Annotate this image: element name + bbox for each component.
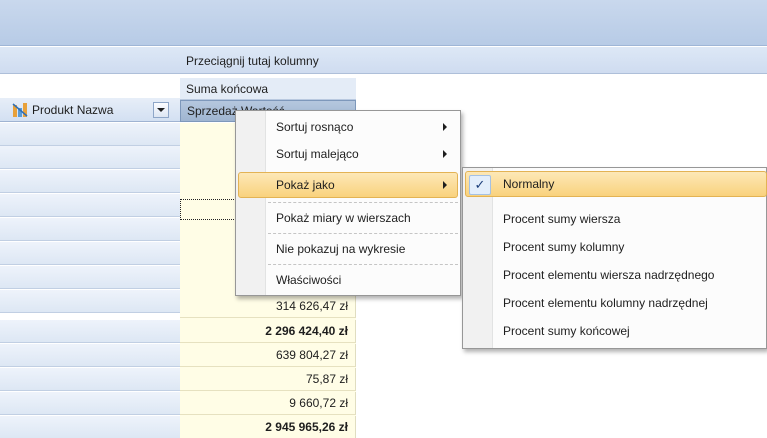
grand-total-header[interactable]: Suma końcowa bbox=[180, 78, 356, 100]
row-header[interactable] bbox=[0, 290, 180, 313]
chevron-right-icon bbox=[443, 150, 447, 158]
value-cell[interactable]: 9 660,72 zł bbox=[180, 392, 356, 415]
dimension-chart-icon bbox=[12, 103, 28, 117]
row-header[interactable] bbox=[0, 392, 180, 415]
menu-item-properties[interactable]: Właściwości bbox=[238, 267, 458, 293]
value-cell[interactable]: 314 626,47 zł bbox=[180, 295, 356, 318]
menu-item-label: Sortuj rosnąco bbox=[276, 120, 354, 134]
row-header[interactable] bbox=[0, 242, 180, 265]
row-header[interactable] bbox=[0, 146, 180, 169]
submenu-item-label: Procent sumy końcowej bbox=[503, 324, 630, 338]
check-icon: ✓ bbox=[469, 175, 491, 195]
menu-item-label: Pokaż miary w wierszach bbox=[276, 211, 411, 225]
menu-separator bbox=[268, 264, 458, 265]
menu-item-label: Pokaż jako bbox=[276, 178, 335, 192]
row-field-product-name[interactable]: Produkt Nazwa bbox=[12, 99, 113, 121]
submenu-item-parent-row-percent[interactable]: Procent elementu wiersza nadrzędnego bbox=[465, 262, 767, 288]
ribbon-band bbox=[0, 0, 767, 46]
submenu-item-parent-column-percent[interactable]: Procent elementu kolumny nadrzędnej bbox=[465, 290, 767, 316]
submenu-item-column-total-percent[interactable]: Procent sumy kolumny bbox=[465, 234, 767, 260]
chevron-right-icon bbox=[443, 123, 447, 131]
value-cell[interactable]: 639 804,27 zł bbox=[180, 344, 356, 367]
row-header[interactable] bbox=[0, 123, 180, 146]
submenu-item-label: Procent sumy kolumny bbox=[503, 240, 625, 254]
submenu-item-label: Procent sumy wiersza bbox=[503, 212, 621, 226]
menu-item-label: Sortuj malejąco bbox=[276, 147, 359, 161]
menu-item-sort-descending[interactable]: Sortuj malejąco bbox=[238, 141, 458, 167]
row-header[interactable] bbox=[0, 416, 180, 438]
row-header[interactable] bbox=[0, 218, 180, 241]
value-cell[interactable]: 2 296 424,40 zł bbox=[180, 320, 356, 343]
value-cell[interactable]: 75,87 zł bbox=[180, 368, 356, 391]
row-header[interactable] bbox=[0, 194, 180, 217]
dropdown-arrow-icon bbox=[157, 108, 165, 112]
column-drop-area[interactable] bbox=[0, 47, 767, 74]
column-drop-text: Przeciągnij tutaj kolumny bbox=[186, 54, 319, 68]
row-header[interactable] bbox=[0, 170, 180, 193]
submenu-item-normal[interactable]: ✓ Normalny bbox=[465, 171, 767, 197]
row-header[interactable] bbox=[0, 344, 180, 367]
menu-separator bbox=[268, 202, 458, 203]
submenu-item-label: Normalny bbox=[503, 177, 555, 191]
row-header[interactable] bbox=[0, 320, 180, 343]
submenu-item-row-total-percent[interactable]: Procent sumy wiersza bbox=[465, 206, 767, 232]
menu-item-show-measures-in-rows[interactable]: Pokaż miary w wierszach bbox=[238, 205, 458, 231]
row-header[interactable] bbox=[0, 266, 180, 289]
menu-item-sort-ascending[interactable]: Sortuj rosnąco bbox=[238, 114, 458, 140]
menu-item-hide-from-chart[interactable]: Nie pokazuj na wykresie bbox=[238, 236, 458, 262]
chevron-right-icon bbox=[443, 181, 447, 189]
row-field-label: Produkt Nazwa bbox=[32, 103, 114, 117]
value-cell[interactable]: 2 945 965,26 zł bbox=[180, 416, 356, 438]
submenu-item-grand-total-percent[interactable]: Procent sumy końcowej bbox=[465, 318, 767, 344]
submenu-item-label: Procent elementu kolumny nadrzędnej bbox=[503, 296, 708, 310]
menu-separator bbox=[268, 233, 458, 234]
filter-dropdown-button[interactable] bbox=[153, 102, 169, 118]
menu-item-label: Właściwości bbox=[276, 273, 342, 287]
focused-cell[interactable] bbox=[180, 199, 240, 220]
menu-item-label: Nie pokazuj na wykresie bbox=[276, 242, 406, 256]
row-header[interactable] bbox=[0, 368, 180, 391]
submenu-item-label: Procent elementu wiersza nadrzędnego bbox=[503, 268, 715, 282]
menu-item-show-as[interactable]: Pokaż jako bbox=[238, 172, 458, 198]
show-as-submenu: ✓ Normalny Procent sumy wiersza Procent … bbox=[462, 167, 767, 349]
context-menu: Sortuj rosnąco Sortuj malejąco Pokaż jak… bbox=[235, 110, 461, 296]
